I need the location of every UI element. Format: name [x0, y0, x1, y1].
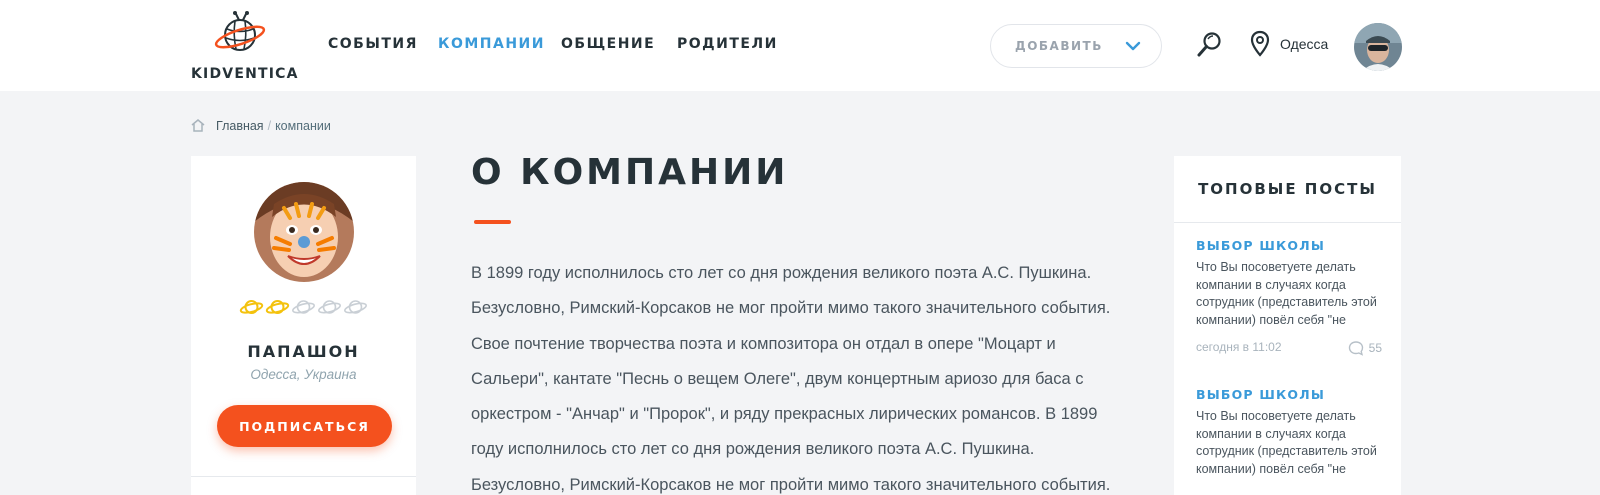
- globe-logo-icon: [214, 11, 266, 51]
- site-header: KIDVENTICA СОБЫТИЯ КОМПАНИИ ОБЩЕНИЕ РОДИ…: [0, 0, 1600, 91]
- user-avatar[interactable]: [1354, 23, 1402, 71]
- top-post-item[interactable]: ВЫБОР ШКОЛЫ Что Вы посоветуете делать ко…: [1196, 238, 1386, 356]
- post-comment-count: 55: [1368, 341, 1382, 355]
- company-location: Одесса, Украина: [250, 367, 357, 382]
- site-logo[interactable]: KIDVENTICA: [191, 8, 297, 82]
- top-posts-title: ТОПОВЫЕ ПОСТЫ: [1198, 180, 1377, 198]
- post-time: сегодня в 11:02: [1196, 340, 1282, 354]
- company-name: ПАПАШОН: [247, 342, 360, 361]
- company-description: В 1899 году исполнилось сто лет со дня р…: [471, 264, 1111, 494]
- home-icon[interactable]: [190, 118, 206, 133]
- planet-icon: [292, 300, 315, 314]
- planet-icon: [344, 300, 367, 314]
- top-post-item[interactable]: ВЫБОР ШКОЛЫ Что Вы посоветуете делать ко…: [1196, 387, 1386, 478]
- chevron-down-icon: [1125, 41, 1141, 51]
- planet-icon: [239, 300, 264, 314]
- breadcrumb: Главная / компании: [190, 118, 331, 133]
- breadcrumb-home[interactable]: Главная: [216, 119, 264, 133]
- current-city[interactable]: Одесса: [1280, 36, 1328, 52]
- company-profile-card: ПАПАШОН Одесса, Украина ПОДПИСАТЬСЯ: [191, 156, 416, 495]
- page-title: О КОМПАНИИ: [471, 152, 789, 193]
- subscribe-button[interactable]: ПОДПИСАТЬСЯ: [217, 405, 392, 447]
- nav-events[interactable]: СОБЫТИЯ: [328, 36, 418, 52]
- post-category[interactable]: ВЫБОР ШКОЛЫ: [1196, 387, 1386, 402]
- search-icon[interactable]: [1196, 31, 1222, 64]
- add-dropdown-button[interactable]: ДОБАВИТЬ: [990, 24, 1162, 68]
- nav-community[interactable]: ОБЩЕНИЕ: [561, 36, 655, 52]
- planet-icon: [318, 300, 341, 314]
- post-comments[interactable]: 55: [1348, 340, 1382, 356]
- comment-icon: [1348, 341, 1363, 356]
- post-meta: сегодня в 11:02 55: [1196, 340, 1386, 356]
- logo-text: KIDVENTICA: [191, 66, 299, 82]
- top-posts-divider: [1174, 222, 1401, 223]
- card-divider: [191, 476, 416, 477]
- post-excerpt[interactable]: Что Вы посоветуете делать компании в слу…: [1196, 259, 1386, 329]
- post-excerpt[interactable]: Что Вы посоветуете делать компании в слу…: [1196, 408, 1386, 478]
- add-dropdown-label: ДОБАВИТЬ: [1015, 39, 1103, 53]
- breadcrumb-current: компании: [275, 118, 331, 133]
- company-rating: [239, 297, 369, 317]
- breadcrumb-separator: /: [267, 118, 272, 133]
- company-avatar: [254, 182, 354, 282]
- map-pin-icon[interactable]: [1250, 30, 1270, 63]
- planet-icon: [265, 300, 290, 314]
- nav-parents[interactable]: РОДИТЕЛИ: [677, 36, 778, 52]
- post-category[interactable]: ВЫБОР ШКОЛЫ: [1196, 238, 1386, 253]
- title-accent-bar: [474, 220, 511, 224]
- top-posts-widget: ТОПОВЫЕ ПОСТЫ ВЫБОР ШКОЛЫ Что Вы посовет…: [1174, 156, 1401, 495]
- nav-companies[interactable]: КОМПАНИИ: [438, 36, 545, 52]
